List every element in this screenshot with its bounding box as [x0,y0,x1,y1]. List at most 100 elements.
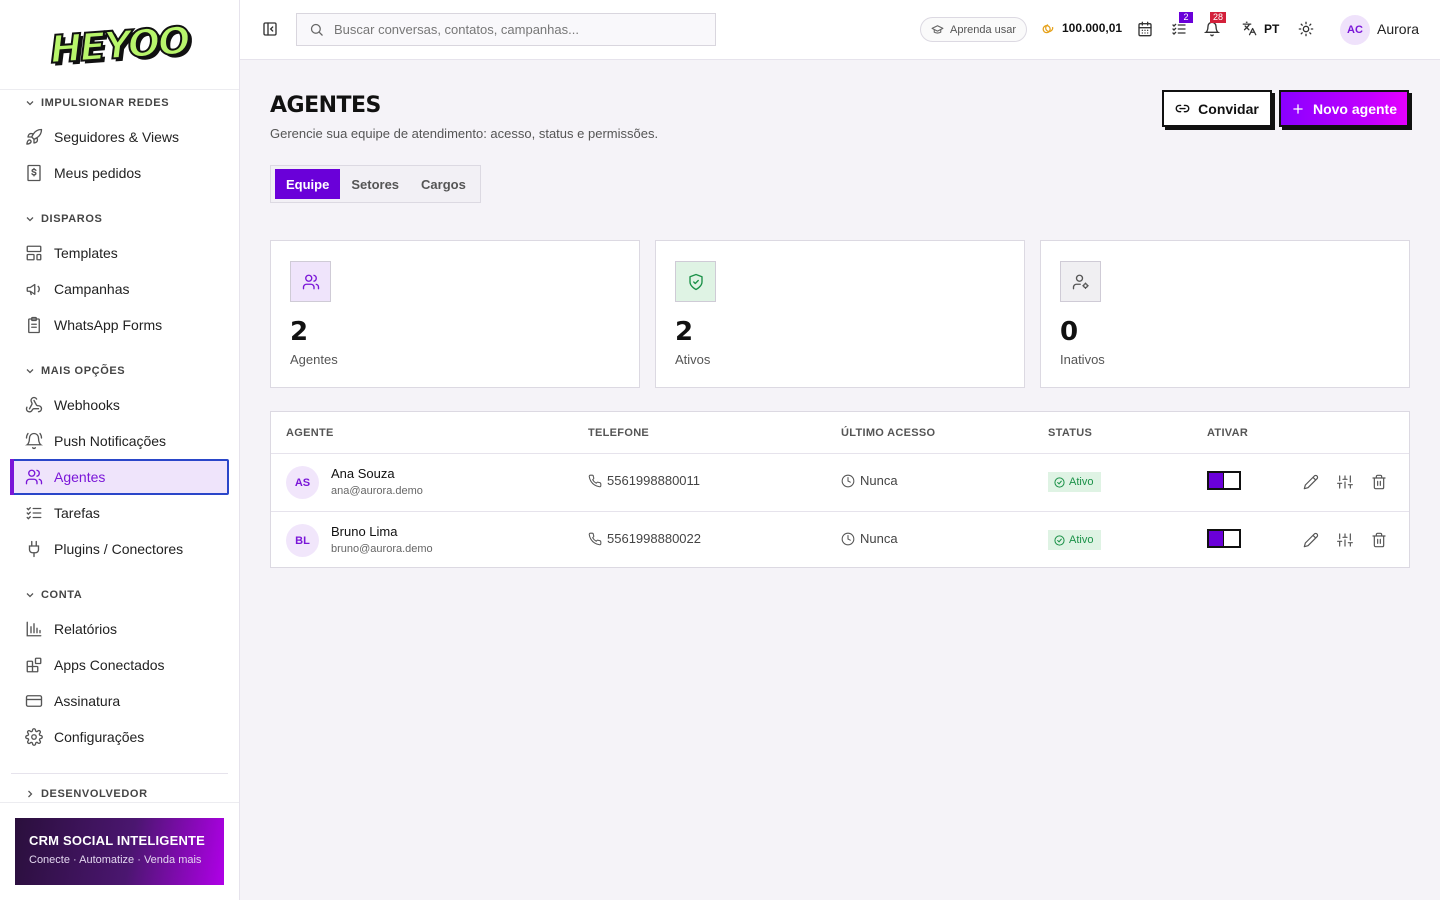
invite-button[interactable]: Convidar [1162,90,1272,127]
credits-display[interactable]: 100.000,01 [1042,21,1122,35]
language-code: PT [1264,21,1280,36]
stat-label: Ativos [675,352,711,367]
check-circle-icon [1054,476,1065,488]
sidebar-item-configuracoes[interactable]: Configurações [10,719,229,755]
credits-value: 100.000,01 [1062,21,1123,35]
stat-label: Inativos [1060,352,1105,367]
stat-card-ativos: 2 Ativos [655,240,1025,388]
notifications-badge: 28 [1210,12,1227,23]
new-agent-button[interactable]: Novo agente [1279,90,1409,127]
user-cog-icon [1072,274,1089,289]
edit-icon[interactable] [1303,474,1319,490]
sidebar-item-label: Agentes [54,469,106,485]
sidebar-item-label: WhatsApp Forms [54,317,163,333]
status-badge: Ativo [1048,530,1102,550]
phone-icon [588,474,602,487]
receipt-icon [27,164,41,182]
column-header-ultimo-acesso: ÚLTIMO ACESSO [841,427,936,439]
sidebar: HEYOO IMPULSIONAR REDES Seguidores & Vie… [0,0,240,900]
agent-email: ana@aurora.demo [331,485,423,497]
table-row: AS Ana Souza ana@aurora.demo 55619988800… [271,454,1409,511]
agent-name: Ana Souza [331,466,395,481]
brand-logo[interactable]: HEYOO [48,17,191,73]
promo-banner[interactable]: CRM SOCIAL INTELIGENTE Conecte · Automat… [15,818,224,885]
chevron-down-icon [26,593,34,598]
search-bar[interactable] [296,13,716,46]
table-row: BL Bruno Lima bruno@aurora.demo 55619988… [271,511,1409,568]
sidebar-nav: IMPULSIONAR REDES Seguidores & Views Meu… [0,90,239,806]
section-impulsionar-redes[interactable]: IMPULSIONAR REDES [0,91,239,115]
section-title: MAIS OPÇÕES [41,365,126,377]
sidebar-item-meus-pedidos[interactable]: Meus pedidos [10,155,229,191]
status-badge: Ativo [1048,472,1102,492]
sidebar-item-whatsapp-forms[interactable]: WhatsApp Forms [10,307,229,343]
stat-label: Agentes [290,352,338,367]
section-disparos[interactable]: DISPAROS [0,207,239,231]
language-selector[interactable]: PT [1242,21,1279,36]
link-icon [1175,104,1190,113]
tab-cargos[interactable]: Cargos [410,169,477,199]
topbar: Aprenda usar 100.000,01 2 28 PT AC Auror… [240,0,1440,60]
activate-toggle[interactable] [1207,471,1241,490]
tab-setores[interactable]: Setores [340,169,410,199]
sidebar-item-tarefas[interactable]: Tarefas [10,495,229,531]
user-name[interactable]: Aurora [1377,21,1419,37]
search-input[interactable] [334,22,694,37]
sidebar-item-plugins-conectores[interactable]: Plugins / Conectores [10,531,229,567]
sidebar-item-agentes[interactable]: Agentes [10,459,229,495]
sidebar-item-seguidores-views[interactable]: Seguidores & Views [10,119,229,155]
sidebar-item-push-notificacoes[interactable]: Push Notificações [10,423,229,459]
learn-button[interactable]: Aprenda usar [920,17,1028,42]
section-mais-opcoes[interactable]: MAIS OPÇÕES [0,359,239,383]
gear-icon [25,728,43,746]
calendar-icon[interactable] [1137,21,1153,37]
agents-table: AGENTE TELEFONE ÚLTIMO ACESSO STATUS ATI… [270,411,1410,568]
bell-icon[interactable] [1204,21,1220,37]
edit-icon[interactable] [1303,532,1319,548]
sidebar-item-label: Seguidores & Views [54,129,180,145]
translate-icon [1242,21,1257,36]
sidebar-item-label: Push Notificações [54,433,167,449]
column-header-ativar: ATIVAR [1207,427,1249,439]
last-access-value: Nunca [860,531,898,546]
chevron-down-icon [26,217,34,222]
section-conta[interactable]: CONTA [0,583,239,607]
toggle-fill [1209,473,1224,488]
agent-avatar: AS [286,466,319,499]
trash-icon[interactable] [1371,474,1387,490]
agent-avatar: BL [286,524,319,557]
sidebar-item-webhooks[interactable]: Webhooks [10,387,229,423]
sidebar-collapse-icon[interactable] [262,21,278,37]
user-avatar[interactable]: AC [1340,15,1370,45]
stat-card-inativos: 0 Inativos [1040,240,1410,388]
logo-area: HEYOO [0,0,239,90]
tasks-badge: 2 [1179,12,1193,23]
tab-equipe[interactable]: Equipe [275,169,341,199]
activate-toggle[interactable] [1207,529,1241,548]
sun-icon[interactable] [1298,21,1314,37]
table-header: AGENTE TELEFONE ÚLTIMO ACESSO STATUS ATI… [271,412,1409,454]
agent-name: Bruno Lima [331,524,398,539]
sidebar-item-relatorios[interactable]: Relatórios [10,611,229,647]
column-header-agente: AGENTE [286,427,334,439]
page-title: AGENTES [270,93,381,118]
phone-value: 5561998880011 [607,473,701,488]
sidebar-item-label: Relatórios [54,621,118,637]
trash-icon[interactable] [1371,532,1387,548]
credit-card-icon [25,695,43,707]
sidebar-item-label: Assinatura [54,693,121,709]
agent-email: bruno@aurora.demo [331,543,433,555]
sidebar-item-campanhas[interactable]: Campanhas [10,271,229,307]
tasks-icon[interactable] [1171,21,1187,37]
sidebar-item-assinatura[interactable]: Assinatura [10,683,229,719]
agent-phone: 5561998880011 [588,473,700,488]
sidebar-item-apps-conectados[interactable]: Apps Conectados [10,647,229,683]
section-title: IMPULSIONAR REDES [41,97,170,109]
plug-icon [28,540,40,558]
sidebar-item-templates[interactable]: Templates [10,235,229,271]
agent-last-access: Nunca [841,473,898,488]
plus-icon [1293,103,1303,114]
permissions-sliders-icon[interactable] [1337,532,1353,548]
column-header-status: STATUS [1048,427,1093,439]
permissions-sliders-icon[interactable] [1337,474,1353,490]
